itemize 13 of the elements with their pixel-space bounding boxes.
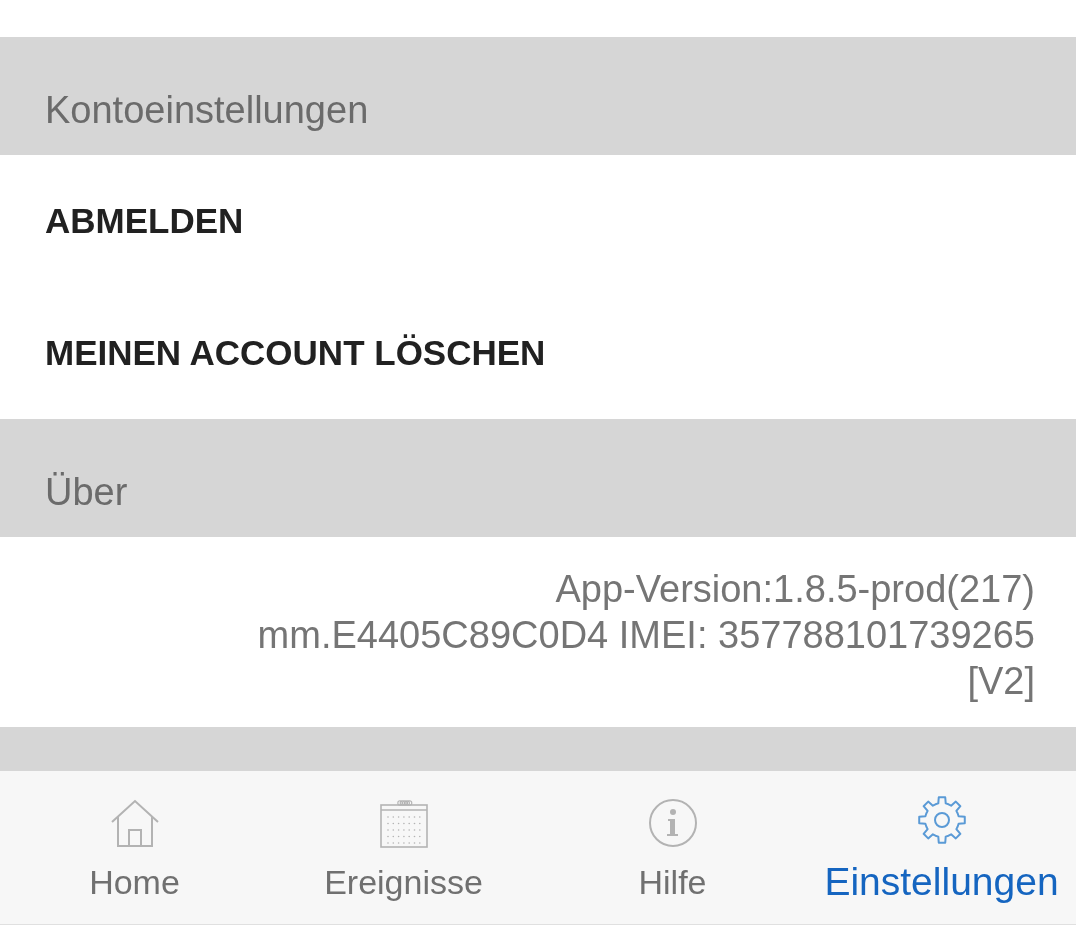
menu-action[interactable]: MEINEN ACCOUNT LÖSCHEN bbox=[45, 332, 546, 374]
settings-icon bbox=[916, 795, 967, 845]
nav-tab[interactable]: Home bbox=[0, 771, 269, 924]
section-header: Kontoeinstellungen bbox=[45, 90, 369, 130]
calendar-icon bbox=[378, 798, 429, 848]
house-icon bbox=[109, 798, 160, 848]
version-info: App-Version:1.8.5-prod(217) mm.E4405C89C0D4 IMEI: 357788101739265 [V2] bbox=[257, 567, 1035, 704]
menu-action[interactable]: ABMELDEN bbox=[45, 200, 244, 242]
nav-tab[interactable]: Ereignisse bbox=[269, 771, 538, 924]
info-icon bbox=[647, 798, 698, 848]
nav-tab[interactable]: Hilfe bbox=[538, 771, 807, 924]
nav-tab[interactable]: Einstellungen bbox=[807, 771, 1076, 924]
section-header: Über bbox=[45, 472, 128, 512]
